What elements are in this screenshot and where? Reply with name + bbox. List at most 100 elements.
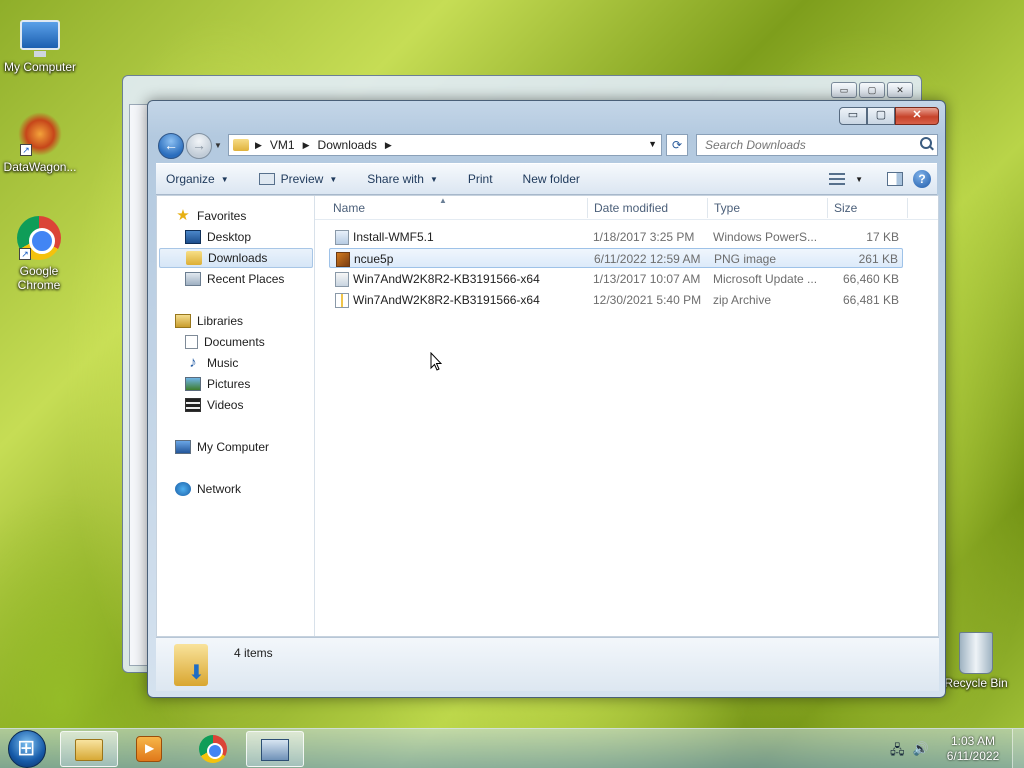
breadcrumb-downloads[interactable]: Downloads [318,138,377,152]
file-date: 12/30/2021 5:40 PM [593,293,702,307]
file-name: Win7AndW2K8R2-KB3191566-x64 [353,293,540,307]
desktop-icon-recycle-bin[interactable]: Recycle Bin [938,632,1014,690]
command-bar: Organize ▼ Preview ▼ Share with ▼ Print New… [156,163,937,195]
file-name: Install-WMF5.1 [353,230,434,244]
column-headers: ▲ Name Date modified Type Size [315,196,938,220]
column-divider[interactable] [707,198,708,218]
nav-label: Videos [207,398,244,412]
maximize-icon[interactable]: ▢ [859,82,885,98]
file-date: 6/11/2022 12:59 AM [594,252,701,266]
network-tray-icon[interactable]: 🖧 [890,741,905,763]
chevron-down-icon[interactable]: ▼ [855,175,863,184]
file-type: PNG image [714,252,777,266]
preview-button[interactable]: Preview ▼ [258,172,337,186]
powershell-script-icon [335,230,349,245]
nav-favorites[interactable]: ★ Favorites [175,206,246,226]
desktop-icon-datawagon[interactable]: ↗ DataWagon... [0,112,80,174]
close-icon[interactable]: ✕ [887,82,913,98]
nav-network[interactable]: Network [175,479,241,499]
window-caption-buttons: ▭ ▢ ✕ [839,107,939,125]
minimize-icon[interactable]: ▭ [831,82,857,98]
column-divider[interactable] [587,198,588,218]
column-divider[interactable] [827,198,828,218]
file-row[interactable]: Win7AndW2K8R2-KB3191566-x64 12/30/2021 5… [329,290,903,310]
desktop-icon-label: Google Chrome [17,264,61,292]
file-row[interactable]: ncue5p 6/11/2022 12:59 AM PNG image 261 … [329,248,903,268]
organize-label: Organize [166,172,215,186]
column-name[interactable]: Name [333,201,365,215]
remote-desktop-icon [261,739,289,761]
preview-pane-icon[interactable] [887,172,903,186]
file-size: 261 KB [858,252,898,266]
nav-downloads[interactable]: Downloads [159,248,313,268]
file-row[interactable]: Win7AndW2K8R2-KB3191566-x64 1/13/2017 10… [329,269,903,289]
preview-icon [258,173,275,185]
shortcut-arrow-icon: ↗ [20,144,32,156]
nav-label: Libraries [197,314,244,328]
column-divider[interactable] [907,198,908,218]
print-button[interactable]: Print [468,172,493,186]
desktop-icon-my-computer[interactable]: My Computer [0,12,80,74]
nav-videos[interactable]: Videos [185,395,243,415]
show-desktop-button[interactable] [1012,729,1024,768]
chevron-right-icon[interactable]: ▶ [255,140,262,151]
file-row[interactable]: Install-WMF5.1 1/18/2017 3:25 PM Windows… [329,227,903,247]
chevron-right-icon[interactable]: ▶ [303,140,310,151]
nav-label: Documents [204,335,265,349]
mouse-pointer-icon [430,352,442,371]
nav-label: Pictures [207,377,251,391]
pictures-icon [185,377,201,391]
nav-libraries[interactable]: Libraries [175,311,243,331]
clock-date: 6/11/2022 [946,749,1000,763]
taskbar-remote-desktop[interactable] [246,731,304,767]
nav-desktop[interactable]: Desktop [185,227,251,247]
help-icon[interactable]: ? [913,170,931,188]
nav-pictures[interactable]: Pictures [185,374,250,394]
share-with-button[interactable]: Share with ▼ [367,172,438,186]
volume-icon[interactable]: 🔊 [913,741,929,763]
breadcrumb-vm1[interactable]: VM1 [270,138,295,152]
column-type[interactable]: Type [714,201,740,215]
recycle-bin-icon [959,632,993,674]
change-view-icon[interactable] [829,173,846,185]
chevron-right-icon[interactable]: ▶ [385,140,392,151]
nav-music[interactable]: ♪ Music [185,353,238,373]
desktop-icon-label: My Computer [3,60,77,74]
chrome-icon: ↗ [17,216,61,260]
nav-label: Desktop [207,230,252,244]
explorer-window[interactable]: ▭ ▢ ✕ ← → ▼ ▶ VM1 ▶ Downloads ▶ ▼ ⟳ Orga… [147,100,946,698]
datawagon-icon: ↗ [18,112,62,156]
search-icon[interactable] [920,137,932,149]
back-button[interactable]: ← [158,133,184,159]
nav-label: Music [207,356,239,370]
close-button[interactable]: ✕ [895,107,939,125]
clock[interactable]: 1:03 AM 6/11/2022 [940,734,1006,764]
taskbar-media-player[interactable] [120,731,178,767]
file-type: zip Archive [713,293,772,307]
start-button[interactable] [8,730,46,768]
refresh-button[interactable]: ⟳ [666,134,688,156]
recent-pages-dropdown[interactable]: ▼ [214,141,222,150]
column-date-modified[interactable]: Date modified [594,201,668,215]
chevron-down-icon: ▼ [220,174,229,184]
chrome-icon [199,735,227,763]
new-folder-button[interactable]: New folder [523,172,580,186]
libraries-icon [175,314,191,328]
address-row: ← → ▼ ▶ VM1 ▶ Downloads ▶ ▼ ⟳ [156,132,938,159]
desktop-icon-google-chrome[interactable]: ↗ Google Chrome [0,216,78,292]
address-bar[interactable]: ▶ VM1 ▶ Downloads ▶ ▼ [228,134,662,156]
file-size: 66,481 KB [842,293,899,307]
organize-button[interactable]: Organize ▼ [166,172,229,186]
taskbar-chrome[interactable] [184,731,242,767]
column-size[interactable]: Size [834,201,857,215]
minimize-button[interactable]: ▭ [839,107,867,125]
png-image-icon [336,252,350,267]
taskbar-explorer[interactable] [60,731,118,767]
address-dropdown-icon[interactable]: ▼ [648,139,657,149]
nav-my-computer[interactable]: My Computer [175,437,269,457]
maximize-button[interactable]: ▢ [867,107,895,125]
forward-button[interactable]: → [186,133,212,159]
search-input[interactable] [696,134,938,156]
nav-recent-places[interactable]: Recent Places [185,269,284,289]
nav-documents[interactable]: Documents [185,332,265,352]
